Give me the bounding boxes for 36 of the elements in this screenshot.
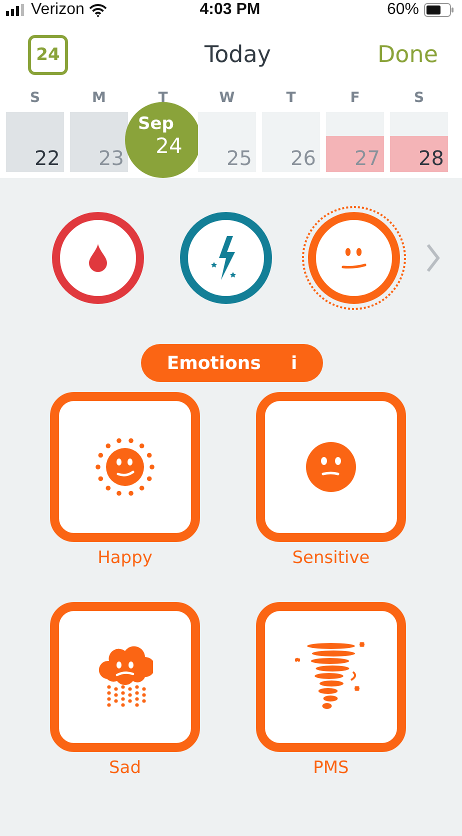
- signal-icon: [6, 4, 26, 16]
- weekday-label: T: [285, 90, 297, 106]
- day-cell[interactable]: 28: [390, 112, 448, 172]
- done-button[interactable]: Done: [377, 42, 438, 68]
- status-time: 4:03 PM: [200, 1, 260, 19]
- weekday-label: S: [28, 90, 42, 106]
- emotion-tile[interactable]: [50, 392, 200, 542]
- drop-icon: [88, 244, 108, 272]
- weekday-label: F: [349, 90, 361, 106]
- emotion-tile[interactable]: [256, 392, 406, 542]
- day-cell[interactable]: 27: [326, 112, 384, 172]
- chevron-right-icon[interactable]: [426, 243, 440, 273]
- day-cell[interactable]: 25: [198, 112, 256, 172]
- day-cell[interactable]: 23: [70, 112, 128, 172]
- calendar-button[interactable]: 24: [28, 35, 68, 75]
- day-cell[interactable]: 22: [6, 112, 64, 172]
- emotion-tile[interactable]: [50, 602, 200, 752]
- emotion-label: Sensitive: [292, 548, 370, 568]
- weekday-label: S: [412, 90, 426, 106]
- weekday-label: M: [91, 90, 107, 106]
- emotion-label: Happy: [98, 548, 152, 568]
- wifi-icon: [89, 4, 108, 16]
- emotion-label: Sad: [109, 758, 141, 778]
- screen-title: Today: [204, 42, 271, 68]
- sad-face-icon: [305, 441, 357, 493]
- day-cell[interactable]: 26: [262, 112, 320, 172]
- battery-percent: 60%: [386, 1, 419, 19]
- info-button[interactable]: i: [290, 352, 298, 374]
- emotion-tile[interactable]: [256, 602, 406, 752]
- face-icon: [341, 246, 367, 270]
- emotion-label: PMS: [313, 758, 349, 778]
- weekday-label: W: [218, 90, 236, 106]
- carrier-name: Verizon: [31, 1, 84, 19]
- battery-icon: [424, 3, 454, 17]
- section-title: Emotions: [166, 352, 261, 374]
- rain-cloud-icon: [97, 645, 153, 709]
